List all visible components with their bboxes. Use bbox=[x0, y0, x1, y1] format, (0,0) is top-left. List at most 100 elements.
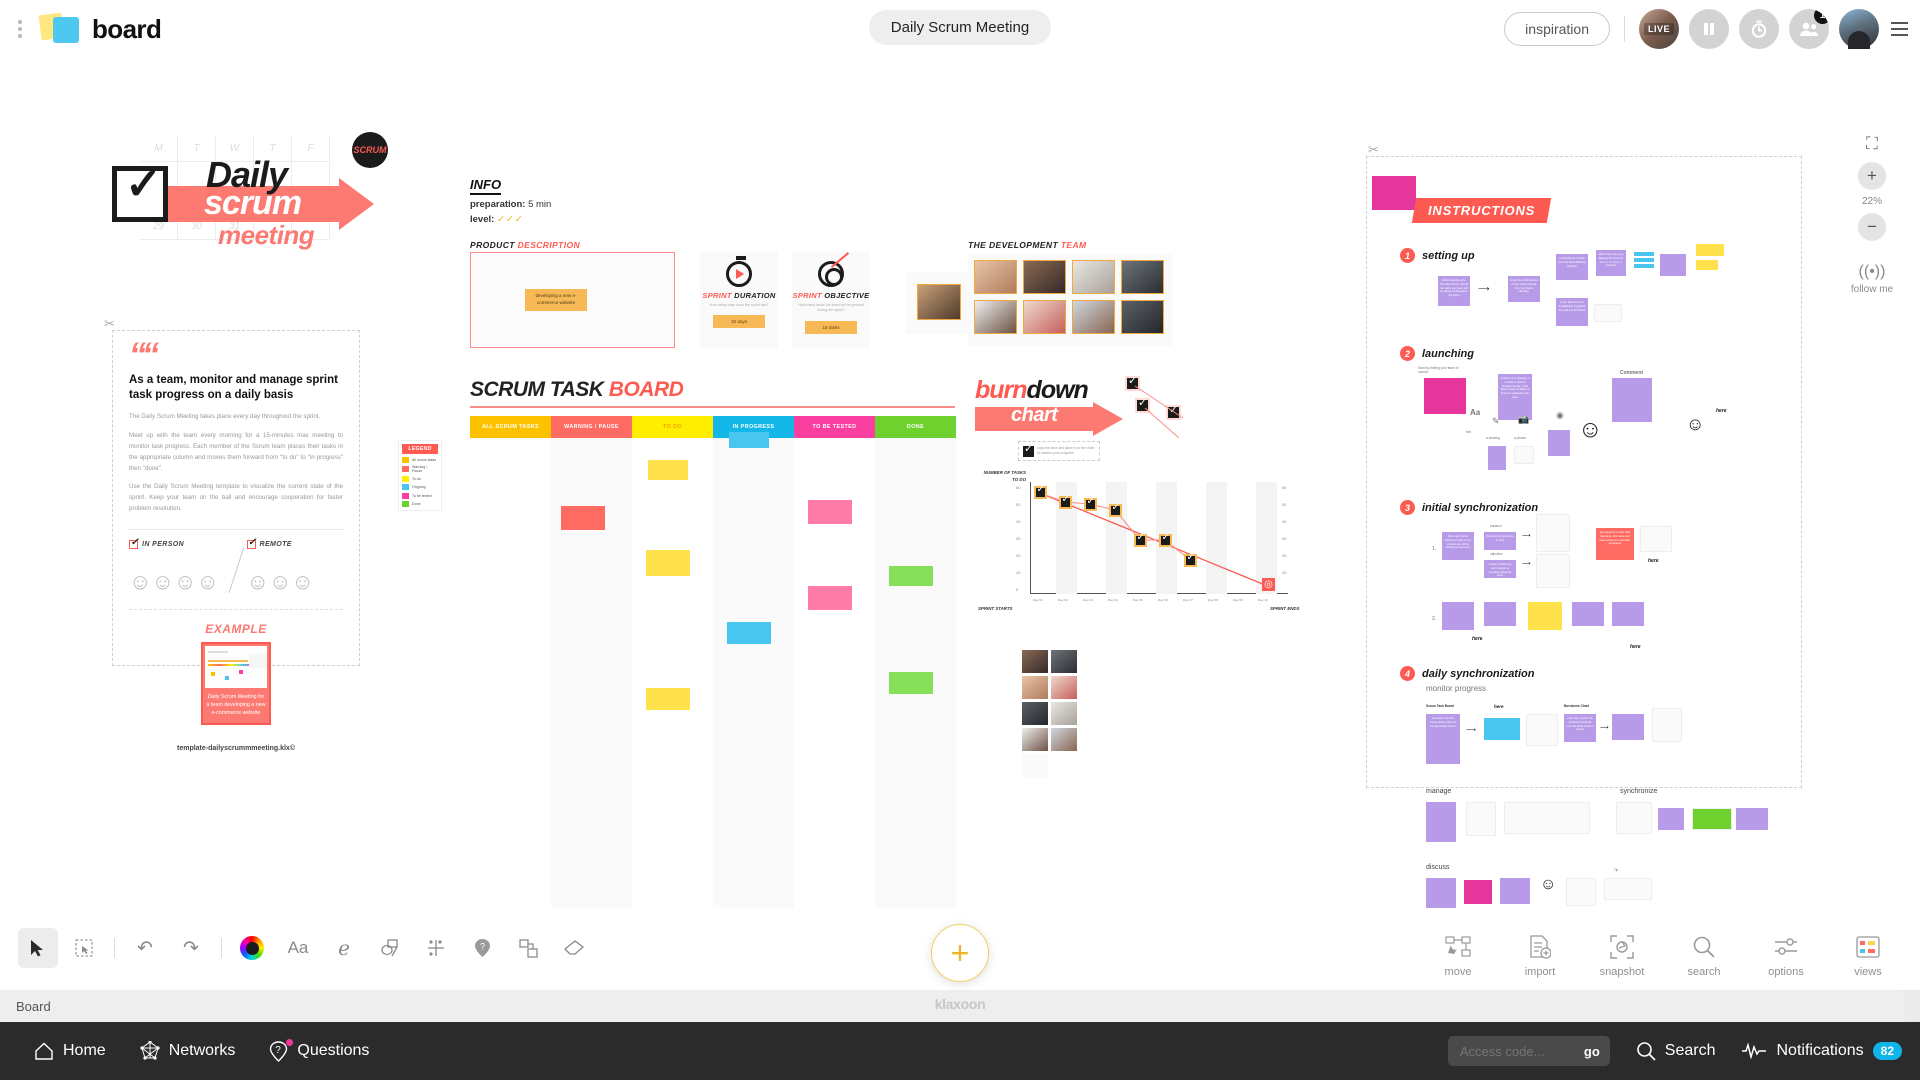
hamburger-menu-icon[interactable] bbox=[1891, 22, 1908, 36]
align-tool[interactable] bbox=[416, 928, 456, 968]
chart-data-point[interactable] bbox=[1134, 532, 1147, 547]
instruction-video-thumb[interactable] bbox=[1464, 880, 1492, 904]
template-description-card[interactable]: ““ As a team, monitor and manage sprint … bbox=[112, 330, 360, 752]
instruction-sticky[interactable] bbox=[1528, 602, 1562, 630]
sprint-objective-card[interactable]: SPRINT OBJECTIVE How many tasks the team… bbox=[792, 252, 870, 348]
board-title[interactable]: Daily Scrum Meeting bbox=[868, 10, 1052, 45]
instruction-thumb[interactable] bbox=[1604, 878, 1652, 900]
instruction-thumb[interactable] bbox=[1466, 802, 1496, 836]
access-code-go-button[interactable]: go bbox=[1584, 1044, 1600, 1059]
instruction-note[interactable] bbox=[1548, 430, 1570, 456]
instruction-thumb[interactable] bbox=[1652, 708, 1682, 742]
snapshot-button[interactable]: snapshot bbox=[1594, 932, 1650, 978]
instruction-note[interactable] bbox=[1442, 602, 1474, 630]
search-button[interactable]: search bbox=[1676, 932, 1732, 978]
cursor-tool[interactable] bbox=[18, 928, 58, 968]
sprint-duration-card[interactable]: SPRINT DURATION How many days does the s… bbox=[700, 252, 778, 348]
help-tool[interactable]: ? bbox=[462, 928, 502, 968]
instruction-note[interactable] bbox=[1660, 254, 1686, 276]
sticky-note[interactable]: developing a new e-commerce website bbox=[525, 289, 587, 311]
user-avatar[interactable] bbox=[1839, 9, 1879, 49]
instruction-note[interactable] bbox=[1658, 808, 1684, 830]
sticky-note[interactable] bbox=[808, 500, 852, 524]
instruction-note[interactable]: before launching the first Daily Scrum, … bbox=[1438, 276, 1470, 306]
instruction-video-thumb[interactable] bbox=[1424, 378, 1466, 414]
sprint-duration-value[interactable]: 10 days bbox=[713, 315, 765, 329]
select-area-tool[interactable] bbox=[64, 928, 104, 968]
avatar-grid[interactable] bbox=[1022, 650, 1080, 780]
timer-icon[interactable] bbox=[1739, 9, 1779, 49]
undo-tool[interactable]: ↶ bbox=[125, 928, 165, 968]
color-tool[interactable] bbox=[232, 928, 272, 968]
task-column-to-be-tested[interactable]: TO BE TESTED bbox=[794, 416, 875, 908]
taskbar-notifications-button[interactable]: Notifications 82 bbox=[1741, 1042, 1902, 1060]
sticky-note[interactable] bbox=[561, 506, 605, 530]
legend[interactable]: LEGEND All scrum tasks Warning / Pause T… bbox=[398, 440, 442, 511]
sticky-note[interactable] bbox=[646, 550, 690, 576]
instruction-note[interactable] bbox=[1612, 714, 1644, 740]
instruction-note[interactable] bbox=[1426, 802, 1456, 842]
sticky-note[interactable] bbox=[727, 622, 771, 644]
chart-data-point[interactable] bbox=[1184, 552, 1197, 567]
sprint-objective-value[interactable]: 15 tasks bbox=[805, 320, 857, 334]
access-code-field[interactable]: go bbox=[1447, 1036, 1610, 1066]
instruction-note[interactable]: prioritized list of tasks from the Sprin… bbox=[1556, 254, 1588, 280]
participants-icon[interactable]: 1 bbox=[1789, 9, 1829, 49]
chart-data-point[interactable] bbox=[1159, 532, 1172, 547]
task-column-warning-pause[interactable]: WARNING / PAUSE bbox=[551, 416, 632, 908]
instruction-thumb[interactable] bbox=[1616, 802, 1652, 834]
instruction-thumb[interactable] bbox=[1692, 808, 1732, 830]
instruction-note[interactable]: if your task list is in a spreadsheet co… bbox=[1556, 298, 1588, 326]
instruction-sticky[interactable] bbox=[1484, 718, 1520, 740]
redo-tool[interactable]: ↷ bbox=[171, 928, 211, 968]
task-column-to-do[interactable]: TO DO bbox=[632, 416, 713, 908]
task-column-in-progress[interactable]: IN PROGRESS bbox=[713, 416, 794, 908]
taskbar-search-button[interactable]: Search bbox=[1636, 1041, 1715, 1061]
add-button[interactable]: + bbox=[931, 924, 989, 982]
team-member-photo[interactable] bbox=[917, 284, 961, 320]
pen-tool[interactable]: ℯ bbox=[324, 928, 364, 968]
instruction-note[interactable] bbox=[1500, 878, 1530, 904]
team-member-photo[interactable] bbox=[1121, 260, 1164, 294]
team-member-photo[interactable] bbox=[974, 300, 1017, 334]
sticky-note[interactable] bbox=[646, 688, 690, 710]
instruction-note[interactable]: import the prioritized set of user stori… bbox=[1508, 276, 1540, 302]
options-button[interactable]: options bbox=[1758, 932, 1814, 978]
instruction-thumb[interactable] bbox=[1594, 304, 1622, 322]
taskbar-item-networks[interactable]: Networks bbox=[140, 1041, 235, 1061]
instruction-thumb[interactable] bbox=[1566, 878, 1596, 906]
access-code-input[interactable] bbox=[1459, 1043, 1564, 1059]
views-button[interactable]: views bbox=[1840, 932, 1896, 978]
column-body[interactable] bbox=[794, 438, 875, 908]
inspiration-button[interactable]: inspiration bbox=[1504, 12, 1610, 46]
avatar[interactable] bbox=[1051, 728, 1077, 751]
column-body[interactable] bbox=[470, 438, 551, 908]
live-thumbnails-icon[interactable]: LIVE bbox=[1639, 9, 1679, 49]
board-canvas[interactable]: M T W T F 22 23 29 30 31 Daily scrum mee… bbox=[0, 58, 1920, 908]
zoom-in-button[interactable]: + bbox=[1858, 162, 1886, 190]
import-button[interactable]: import bbox=[1512, 932, 1568, 978]
instruction-note[interactable] bbox=[1426, 878, 1456, 908]
shape-tool[interactable] bbox=[370, 928, 410, 968]
sticky-note[interactable] bbox=[889, 566, 933, 586]
team-member-photo[interactable] bbox=[1023, 260, 1066, 294]
chart-data-point[interactable] bbox=[1034, 484, 1047, 499]
scrum-task-board-columns[interactable]: ALL SCRUM TASKS WARNING / PAUSE TO DO IN… bbox=[470, 416, 956, 908]
taskbar-item-home[interactable]: Home bbox=[34, 1042, 106, 1060]
avatar[interactable] bbox=[1022, 676, 1048, 699]
duplicate-tool[interactable] bbox=[508, 928, 548, 968]
zoom-out-button[interactable]: − bbox=[1858, 213, 1886, 241]
move-button[interactable]: move bbox=[1430, 932, 1486, 978]
instruction-thumb[interactable] bbox=[1514, 446, 1534, 464]
team-member-photo[interactable] bbox=[1072, 300, 1115, 334]
avatar[interactable] bbox=[1022, 728, 1048, 751]
instruction-note[interactable] bbox=[1736, 808, 1768, 830]
expand-icon[interactable]: ⛶ bbox=[1860, 132, 1884, 156]
instruction-note[interactable]: each team member moves his/her task into… bbox=[1426, 714, 1460, 764]
text-tool[interactable]: Aa bbox=[278, 928, 318, 968]
sticky-note[interactable] bbox=[889, 672, 933, 694]
instruction-note[interactable] bbox=[1612, 378, 1652, 422]
sprint-duration-mini-card[interactable] bbox=[1536, 514, 1570, 552]
avatar[interactable] bbox=[1022, 702, 1048, 725]
legend-mini[interactable] bbox=[1526, 714, 1558, 746]
